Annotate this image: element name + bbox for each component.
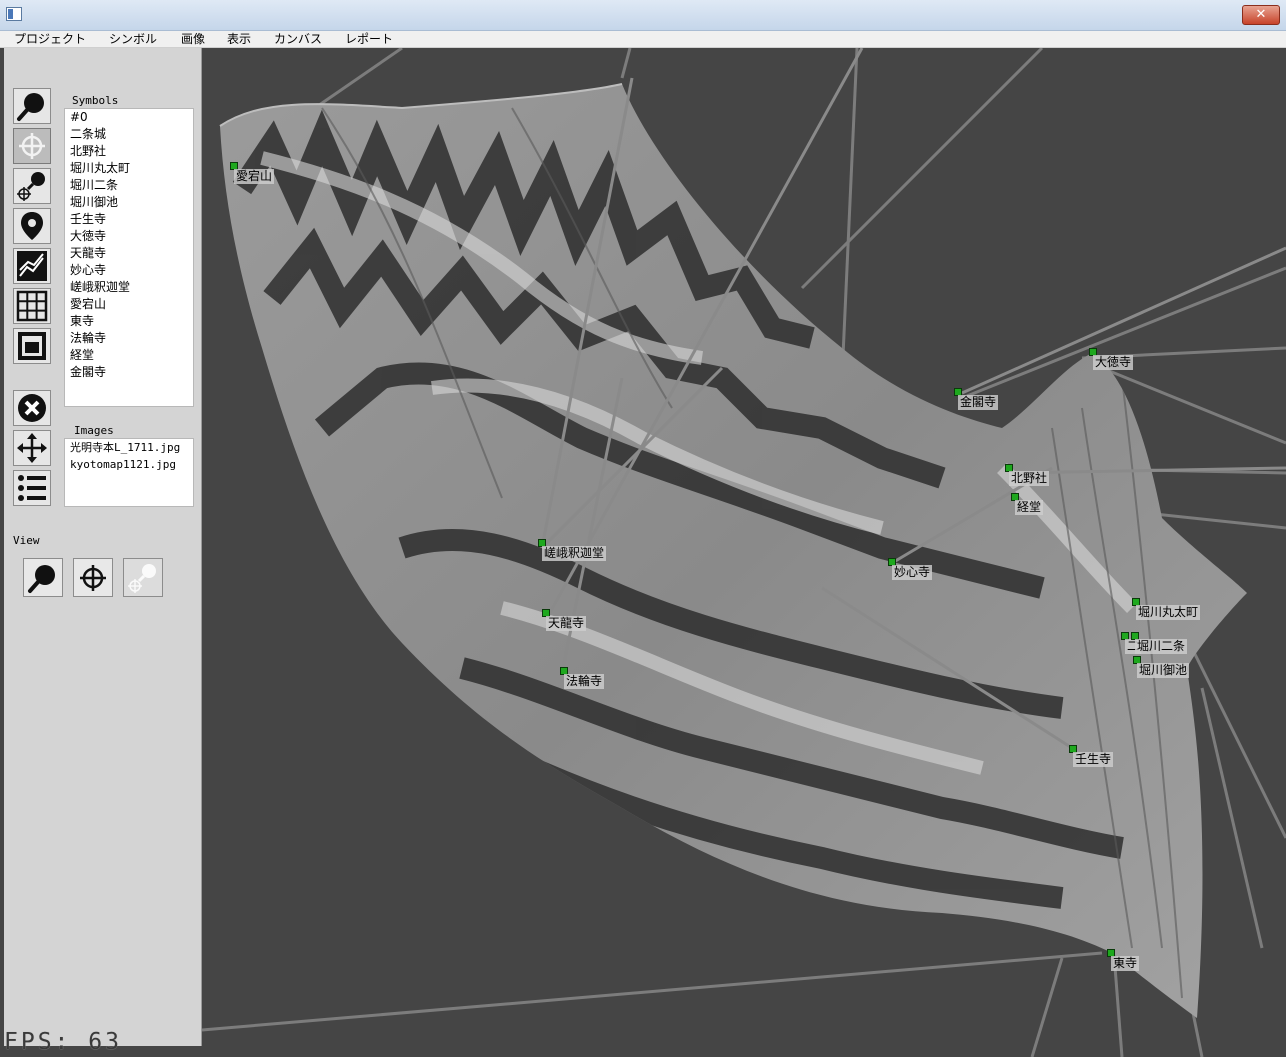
menu-canvas[interactable]: カンバス [274,32,322,47]
crosshair-icon [80,564,106,591]
frame-icon [18,332,46,360]
map-texture [220,84,1247,1018]
title-bar: ✕ [0,0,1286,31]
symbol-list-item[interactable]: 二条城 [65,126,193,143]
menu-bar: プロジェクト シンボル 画像 表示 カンバス レポート [0,31,1286,48]
menu-project[interactable]: プロジェクト [14,32,86,47]
symbol-list-item[interactable]: 金閣寺 [65,364,193,381]
menu-image[interactable]: 画像 [181,32,205,47]
zoom-search-tool-button[interactable] [13,88,51,124]
bullet-list-icon [18,475,46,501]
list-tool-button[interactable] [13,470,51,506]
map-pin-icon [21,212,43,240]
marker-label[interactable]: 経堂 [1015,500,1044,515]
symbol-list-item[interactable]: 北野社 [65,143,193,160]
symbol-list-item[interactable]: 堀川二条 [65,177,193,194]
view-label: View [13,534,40,547]
symbol-list-item[interactable]: #0 [65,109,193,126]
symbol-list-item[interactable]: 東寺 [65,313,193,330]
view-crosshair-button[interactable] [73,558,113,597]
move-arrows-icon [17,433,47,463]
symbol-list-item[interactable]: 堀川丸太町 [65,160,193,177]
view-zoom-button[interactable] [23,558,63,597]
marker-label[interactable]: 妙心寺 [892,565,933,580]
close-button[interactable]: ✕ [1242,5,1280,25]
graph-tool-button[interactable] [13,248,51,284]
app-icon [6,7,22,21]
move-tool-button[interactable] [13,430,51,466]
crosshair-tool-button[interactable] [13,128,51,164]
marker-label[interactable]: 堀川二条 [1135,639,1188,654]
marker-label[interactable]: 東寺 [1111,956,1140,971]
images-list[interactable]: 光明寺本L_1711.jpg kyotomap1121.jpg [64,438,194,507]
grid-tool-button[interactable] [13,288,51,324]
symbol-list-item[interactable]: 経堂 [65,347,193,364]
marker-label[interactable]: 堀川御池 [1137,663,1190,678]
magnifier-icon [17,93,44,121]
symbol-list-item[interactable]: 嵯峨釈迦堂 [65,279,193,296]
grid-icon [16,290,48,322]
map-canvas-viewport[interactable]: 愛宕山 金閣寺 大徳寺 北野社 経堂 嵯峨釈迦堂 妙心寺 天龍寺 法輪寺 堀川丸太町二堀川二条 堀川… [202,48,1286,1057]
marker-label[interactable]: 嵯峨釈迦堂 [542,546,607,561]
symbol-list-item[interactable]: 堀川御池 [65,194,193,211]
marker-label[interactable]: 天龍寺 [546,616,587,631]
symbol-list-item[interactable]: 壬生寺 [65,211,193,228]
symbol-list-item[interactable]: 妙心寺 [65,262,193,279]
tool-panel: Symbols #0 二条城 北野社 堀川丸太町 堀川二条 堀川御池 壬生寺 大徳寺 天龍寺 妙心… [4,48,202,1046]
warped-map-surface [202,48,1286,1057]
zoom-point-tool-button[interactable] [13,168,51,204]
images-label: Images [74,424,114,437]
delete-tool-button[interactable] [13,390,51,426]
image-list-item[interactable]: 光明寺本L_1711.jpg [65,439,193,456]
zoom-point-icon [128,563,156,593]
symbols-label: Symbols [72,94,119,107]
marker-label[interactable]: 壬生寺 [1073,752,1114,767]
symbol-list-item[interactable]: 天龍寺 [65,245,193,262]
menu-view[interactable]: 表示 [227,32,251,47]
view-zoom-point-button[interactable] [123,558,163,597]
image-list-item[interactable]: kyotomap1121.jpg [65,456,193,473]
symbol-list-item[interactable]: 愛宕山 [65,296,193,313]
marker-label[interactable]: 北野社 [1009,471,1050,486]
marker-label[interactable]: 大徳寺 [1093,355,1134,370]
map-pin-tool-button[interactable] [13,208,51,244]
symbols-list[interactable]: #0 二条城 北野社 堀川丸太町 堀川二条 堀川御池 壬生寺 大徳寺 天龍寺 妙心寺 嵯峨釈迦堂 愛宕… [64,108,194,407]
frame-tool-button[interactable] [13,328,51,364]
crosshair-icon [19,133,45,159]
fps-counter: FPS: 63 [4,1029,122,1055]
marker-label[interactable]: 愛宕山 [234,169,275,184]
menu-symbol[interactable]: シンボル [109,32,157,47]
symbol-list-item[interactable]: 法輪寺 [65,330,193,347]
magnifier-icon [28,564,55,593]
x-circle-icon [18,394,46,422]
symbol-list-item[interactable]: 大徳寺 [65,228,193,245]
menu-report[interactable]: レポート [345,32,393,47]
marker-label[interactable]: 堀川丸太町 [1136,605,1201,620]
marker-label[interactable]: 法輪寺 [564,674,605,689]
zoom-point-icon [17,172,45,201]
marker-label[interactable]: 金閣寺 [958,395,999,410]
line-graph-icon [17,251,47,281]
